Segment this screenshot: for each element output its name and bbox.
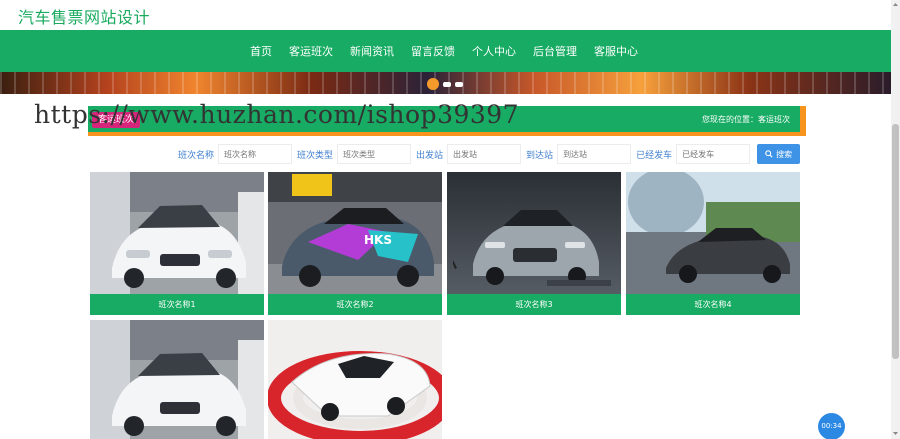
search-icon [765, 150, 773, 158]
card-image[interactable] [90, 172, 264, 294]
carousel-indicators [427, 78, 467, 90]
main-nav: 首页 客运班次 新闻资讯 留言反馈 个人中心 后台管理 客服中心 [0, 30, 891, 72]
search-label-departure: 出发站 [416, 150, 444, 161]
search-input-departed[interactable] [676, 144, 751, 164]
nav-item-profile[interactable]: 个人中心 [472, 43, 516, 59]
search-input-name[interactable] [218, 144, 293, 164]
top-header: 汽车售票网站设计 [0, 0, 891, 30]
card-caption[interactable]: 班次名称4 [626, 294, 800, 315]
nav-item-news[interactable]: 新闻资讯 [350, 43, 394, 59]
nav-list: 首页 客运班次 新闻资讯 留言反馈 个人中心 后台管理 客服中心 [250, 30, 638, 72]
card-image[interactable]: HKS [268, 172, 442, 294]
site-title[interactable]: 汽车售票网站设计 [18, 4, 150, 28]
card-caption[interactable]: 班次名称1 [90, 294, 264, 315]
schedule-card[interactable] [90, 320, 264, 439]
card-image[interactable] [447, 172, 621, 294]
search-label-arrival: 到达站 [526, 150, 554, 161]
nav-item-customer-service[interactable]: 客服中心 [594, 43, 638, 59]
nav-item-bus-schedules[interactable]: 客运班次 [289, 43, 333, 59]
card-image[interactable] [268, 320, 442, 439]
carousel-dot[interactable] [455, 81, 463, 87]
search-label-type: 班次类型 [297, 150, 334, 161]
search-label-departed: 已经发车 [636, 150, 673, 161]
nav-item-home[interactable]: 首页 [250, 43, 272, 59]
search-input-arrival[interactable] [557, 144, 632, 164]
card-image[interactable] [90, 320, 264, 439]
schedule-card[interactable]: HKS 班次名称2 [268, 172, 442, 315]
nav-item-admin[interactable]: 后台管理 [533, 43, 577, 59]
carousel-dot-active[interactable] [427, 78, 439, 90]
breadcrumb-location: 您现在的位置：客运班次 [702, 115, 790, 124]
search-input-type[interactable] [337, 144, 412, 164]
search-button[interactable]: 搜索 [757, 144, 801, 164]
timer-badge[interactable]: 00:34 [818, 413, 845, 439]
schedule-card[interactable]: 班次名称1 [90, 172, 264, 315]
scroll-up-arrow-icon[interactable] [892, 1, 899, 8]
card-caption[interactable]: 班次名称3 [447, 294, 621, 315]
search-label-name: 班次名称 [178, 150, 215, 161]
card-caption[interactable]: 班次名称2 [268, 294, 442, 315]
search-form: 班次名称 班次类型 出发站 到达站 已经发车 搜索 [178, 144, 801, 164]
search-button-label: 搜索 [776, 149, 793, 159]
banner-carousel [0, 72, 891, 94]
scroll-thumb[interactable] [892, 124, 899, 359]
page-scrollbar[interactable] [891, 0, 900, 439]
search-input-departure[interactable] [447, 144, 522, 164]
scroll-down-arrow-icon[interactable] [892, 430, 899, 437]
schedule-card[interactable]: 班次名称4 [626, 172, 800, 315]
watermark-text: https://www.huzhan.com/ishop39397 [34, 100, 520, 129]
schedule-card[interactable] [268, 320, 442, 439]
schedule-card[interactable]: 班次名称3 [447, 172, 621, 315]
svg-text:HKS: HKS [364, 233, 392, 247]
nav-item-feedback[interactable]: 留言反馈 [411, 43, 455, 59]
card-image[interactable] [626, 172, 800, 294]
carousel-dot[interactable] [443, 81, 451, 87]
